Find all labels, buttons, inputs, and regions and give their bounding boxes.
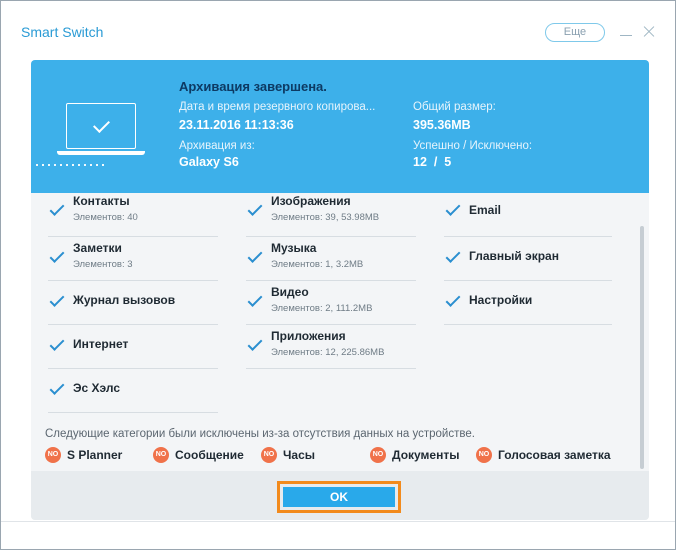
category-details: Элементов: 12, 225.86MB (271, 347, 385, 358)
category-item: Изображения Элементов: 39, 53.98MB (246, 193, 416, 237)
result-label: Успешно / Исключено: (413, 140, 533, 152)
category-name: Видео (271, 285, 309, 299)
backup-result-dialog: Архивация завершена. Дата и время резерв… (31, 60, 649, 520)
category-item: Музыка Элементов: 1, 3.2MB (246, 237, 416, 281)
category-item: Email (444, 193, 612, 237)
no-data-icon: NO (476, 447, 492, 463)
category-item: Настройки (444, 281, 612, 325)
no-data-icon: NO (261, 447, 277, 463)
close-icon[interactable] (641, 22, 657, 42)
check-icon (49, 336, 65, 351)
laptop-check-icon (31, 96, 151, 176)
minimize-icon[interactable] (618, 22, 634, 42)
ok-highlight: OK (277, 481, 401, 513)
check-icon (445, 201, 461, 216)
check-icon (247, 292, 263, 307)
scrollbar[interactable] (640, 226, 644, 469)
check-icon (49, 248, 65, 263)
category-item: Журнал вызовов (48, 281, 218, 325)
date-label: Дата и время резервного копирова... (179, 101, 376, 113)
category-item: Видео Элементов: 2, 111.2MB (246, 281, 416, 325)
category-name: Email (469, 203, 502, 217)
check-icon (49, 201, 65, 216)
excluded-name: Документы (392, 448, 460, 462)
no-data-icon: NO (45, 447, 61, 463)
category-name: Контакты (73, 194, 130, 208)
category-details: Элементов: 39, 53.98MB (271, 212, 380, 223)
category-item: Заметки Элементов: 3 (48, 237, 218, 281)
category-details: Элементов: 1, 3.2MB (271, 259, 364, 270)
title-bar: Smart Switch Еще (1, 1, 675, 61)
dialog-footer: OK (31, 471, 649, 520)
category-item: Контакты Элементов: 40 (48, 193, 218, 237)
category-name: Музыка (271, 241, 317, 255)
excluded-name: Сообщение (175, 448, 244, 462)
date-value: 23.11.2016 11:13:36 (179, 118, 294, 132)
check-icon (445, 248, 461, 263)
category-name: Заметки (73, 241, 122, 255)
check-icon (247, 336, 263, 351)
more-button[interactable]: Еще (545, 23, 605, 42)
category-list[interactable]: Контакты Элементов: 40 Изображения Элеме… (31, 193, 649, 471)
window-bottom-divider (1, 521, 675, 522)
source-value: Galaxy S6 (179, 155, 239, 169)
result-banner: Архивация завершена. Дата и время резерв… (31, 60, 649, 193)
category-name: Настройки (469, 293, 533, 307)
no-data-icon: NO (370, 447, 386, 463)
category-details: Элементов: 2, 111.2MB (271, 303, 373, 314)
category-name: Журнал вызовов (73, 293, 176, 307)
ok-button[interactable]: OK (283, 487, 395, 507)
category-name: Интернет (73, 337, 129, 351)
size-value: 395.36MB (413, 118, 471, 132)
category-name: Главный экран (469, 249, 559, 263)
app-title: Smart Switch (21, 24, 104, 40)
no-data-icon: NO (153, 447, 169, 463)
check-icon (49, 292, 65, 307)
category-item: Приложения Элементов: 12, 225.86MB (246, 325, 416, 369)
category-item: Интернет (48, 325, 218, 369)
category-details: Элементов: 3 (73, 259, 133, 270)
category-item: Эс Хэлс (48, 369, 218, 413)
category-name: Изображения (271, 194, 351, 208)
excluded-note: Следующие категории были исключены из-за… (45, 428, 475, 440)
check-icon (247, 248, 263, 263)
result-title: Архивация завершена. (179, 79, 327, 94)
excluded-name: Часы (283, 448, 316, 462)
smart-switch-window: Smart Switch Еще Архивация завершена. Да… (0, 0, 676, 550)
check-icon (247, 201, 263, 216)
size-label: Общий размер: (413, 101, 496, 113)
check-icon (49, 380, 65, 395)
result-value: 12 / 5 (413, 155, 452, 169)
source-label: Архивация из: (179, 140, 255, 152)
excluded-name: Голосовая заметка (498, 448, 611, 462)
category-item: Главный экран (444, 237, 612, 281)
check-icon (445, 292, 461, 307)
category-details: Элементов: 40 (73, 212, 138, 223)
category-name: Приложения (271, 329, 346, 343)
excluded-name: S Planner (67, 448, 123, 462)
category-name: Эс Хэлс (73, 381, 121, 395)
